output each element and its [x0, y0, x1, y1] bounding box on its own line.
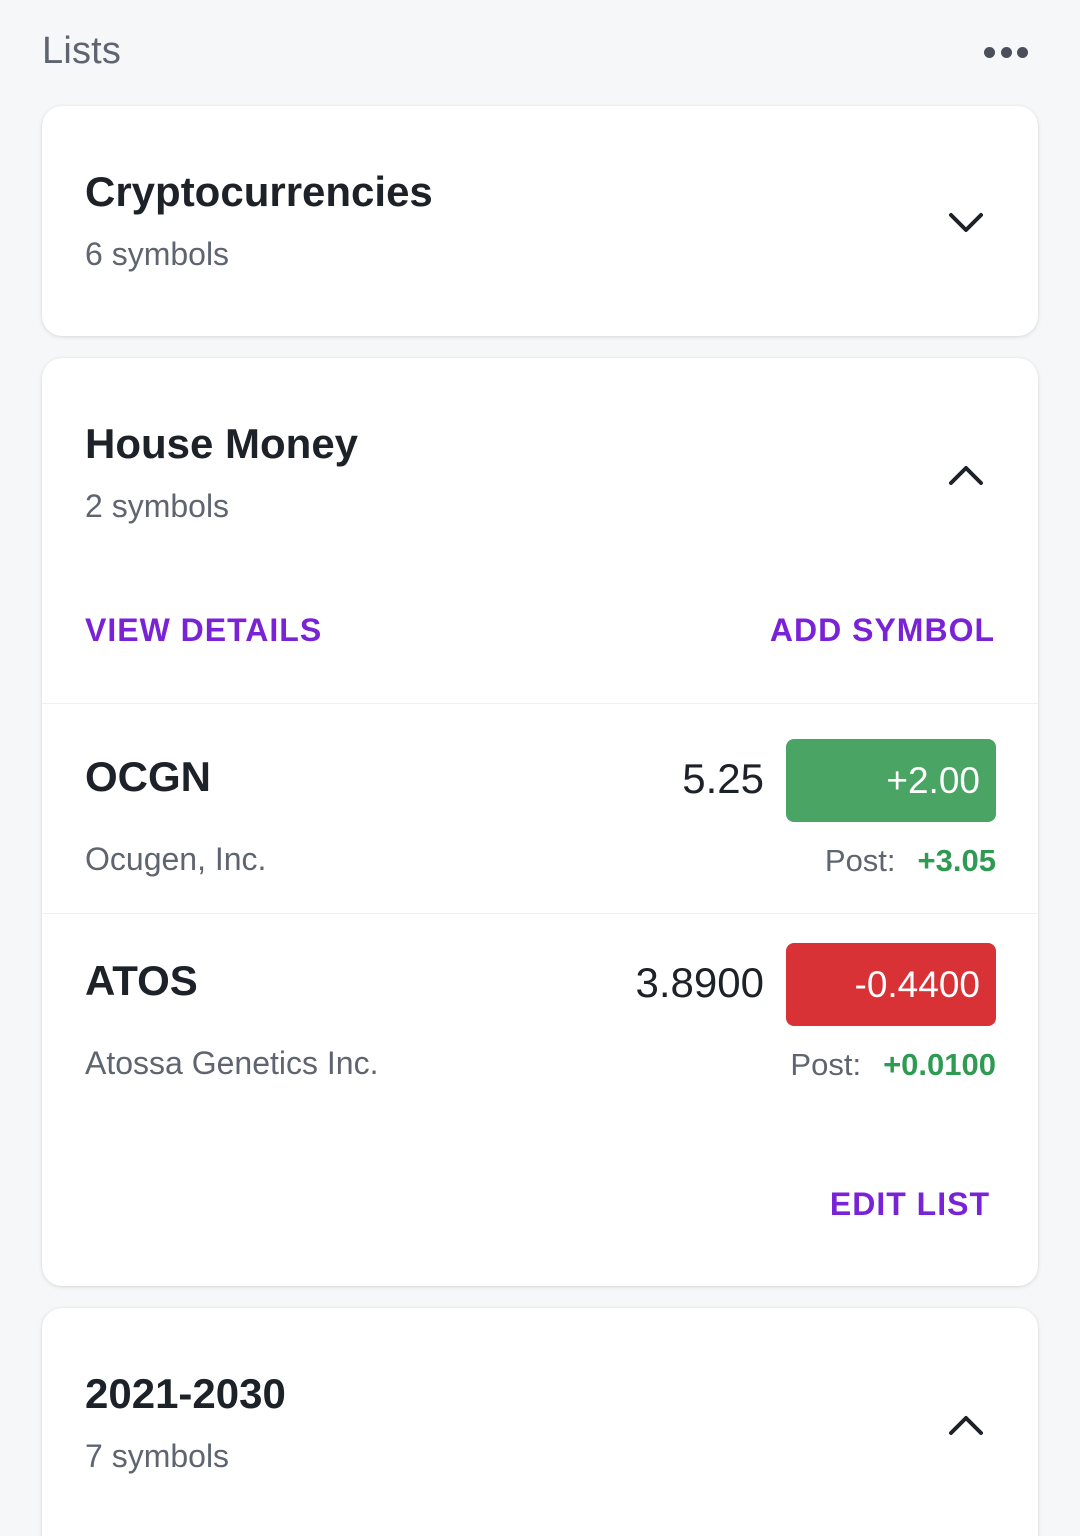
list-name: 2021-2030 — [85, 1370, 286, 1417]
list-symbol-count: 2 symbols — [85, 488, 230, 524]
list-card-2021-2030: 2021-2030 7 symbols — [42, 1308, 1038, 1536]
company-name: Atossa Genetics Inc. — [85, 1045, 379, 1081]
divider — [42, 913, 1038, 914]
post-market-change: Post: +0.0100 — [790, 1047, 996, 1083]
chevron-up-icon[interactable] — [946, 456, 986, 496]
view-details-link[interactable]: VIEW DETAILS — [85, 612, 322, 649]
post-value: +3.05 — [917, 843, 996, 878]
list-card-cryptocurrencies[interactable]: Cryptocurrencies 6 symbols — [42, 106, 1038, 336]
more-horizontal-icon[interactable] — [984, 44, 1028, 60]
company-name: Ocugen, Inc. — [85, 841, 267, 877]
post-label: Post: — [824, 843, 896, 878]
quote-price: 5.25 — [682, 755, 764, 802]
post-market-change: Post: +3.05 — [825, 843, 996, 879]
divider — [42, 703, 1038, 704]
more-dot — [1017, 46, 1028, 58]
list-name: House Money — [85, 420, 359, 467]
quote-row-ocgn[interactable]: OCGN 5.25 +2.00 Ocugen, Inc. Post: +3.05 — [42, 739, 1038, 939]
quote-symbol: OCGN — [85, 753, 211, 800]
post-value: +0.0100 — [883, 1047, 996, 1082]
post-label: Post: — [790, 1047, 862, 1082]
edit-list-link[interactable]: EDIT LIST — [830, 1186, 990, 1223]
chevron-down-icon[interactable] — [946, 202, 986, 242]
more-dot — [984, 46, 995, 58]
chevron-up-icon[interactable] — [946, 1406, 986, 1446]
lists-header: Lists — [42, 26, 1038, 82]
change-badge[interactable]: +2.00 — [786, 739, 996, 822]
list-card-house-money: House Money 2 symbols VIEW DETAILS ADD S… — [42, 358, 1038, 1286]
quote-price: 3.8900 — [635, 959, 764, 1006]
quote-row-atos[interactable]: ATOS 3.8900 -0.4400 Atossa Genetics Inc.… — [42, 943, 1038, 1143]
list-name: Cryptocurrencies — [85, 168, 433, 215]
list-symbol-count: 6 symbols — [85, 236, 230, 272]
list-symbol-count: 7 symbols — [85, 1438, 230, 1474]
more-dot — [1000, 46, 1012, 58]
page-title: Lists — [42, 30, 122, 72]
change-badge[interactable]: -0.4400 — [786, 943, 996, 1026]
lists-screen: Lists Cryptocurrencies 6 symbols House M… — [0, 0, 1080, 1536]
add-symbol-link[interactable]: ADD SYMBOL — [770, 612, 995, 649]
quote-symbol: ATOS — [85, 957, 198, 1004]
